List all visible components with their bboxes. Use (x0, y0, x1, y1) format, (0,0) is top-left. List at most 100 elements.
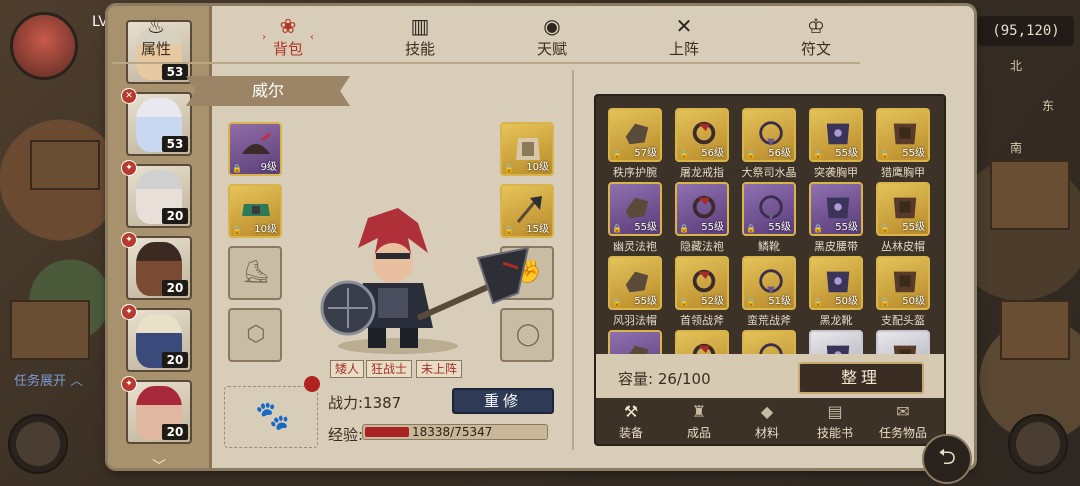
tab-eye[interactable]: ◉ 天赋 (522, 14, 582, 60)
inventory-item[interactable]: 🔒 55级 幽灵法袍 (608, 182, 674, 258)
lock-icon: 🔒 (679, 224, 689, 233)
flame-icon: ♨ (147, 14, 165, 38)
rebuild-button[interactable]: 重修 (452, 388, 554, 414)
item-level: 51级 (768, 296, 791, 307)
item-name: 丛林皮帽 (881, 240, 925, 253)
hero-card[interactable]: ✦ 20 (121, 160, 192, 228)
compass-south: 南 (1010, 141, 1023, 155)
inventory-tab-label: 装备 (618, 426, 643, 440)
inventory-item[interactable]: 🔒 55级 鳞靴 (742, 182, 808, 258)
back-button[interactable]: ⮌ (922, 434, 972, 484)
equip-slot-boots[interactable]: ⛸ (228, 246, 282, 300)
item-frame: 🔒 55级 (675, 182, 729, 236)
item-frame: 🔒 56级 (675, 108, 729, 162)
item-frame (608, 330, 662, 354)
equip-slot-ring[interactable]: ⬡ (228, 308, 282, 362)
item-level: 56级 (768, 148, 791, 159)
tab-swords[interactable]: ✕ 上阵 (654, 14, 714, 60)
equip-slot-armor[interactable]: 🔒 10级 (500, 122, 554, 176)
inventory-tab[interactable]: ♜ 成品 (666, 400, 732, 444)
item-frame: 🔒 55级 (809, 108, 863, 162)
hero-card[interactable]: ✕ 53 (121, 88, 192, 156)
inventory-item[interactable]: 🔒 55级突袭胸甲 (809, 108, 875, 184)
inventory-item[interactable]: 🔒 51级 蛮荒战斧 (742, 256, 808, 332)
item-name: 突袭胸甲 (814, 166, 858, 179)
item-frame (876, 330, 930, 354)
book-icon: ▥ (410, 14, 430, 38)
inventory-item[interactable]: 🔒 55级 黑皮腰带 (809, 182, 875, 258)
hero-card[interactable]: ✦ 20 (121, 304, 192, 372)
item-frame (809, 330, 863, 354)
hero-level: 53 (162, 64, 188, 80)
ore-icon: ◆ (760, 402, 774, 421)
inventory-item[interactable]: 🔒 50级 支配头盔 (876, 256, 938, 332)
inventory-item[interactable]: 🔒 55级 风羽法帽 (608, 256, 674, 332)
hero-level: 53 (162, 136, 188, 152)
item-frame: 🔒 55级 (742, 182, 796, 236)
inventory-item[interactable]: 🔒 56级大祭司水晶 (742, 108, 808, 184)
inventory-category-tabs: ⚒ 装备 ♜ 成品 ◆ 材料 ▤ 技能书 ✉ 任务物品 (596, 400, 944, 444)
inventory-item[interactable]: 🔒 55级 猎鹰胸甲 (876, 108, 938, 184)
inventory-tab[interactable]: ◆ 材料 (734, 400, 800, 444)
item-name: 大祭司水晶 (741, 166, 797, 179)
inventory-item[interactable]: 🔒 57级 秩序护腕 (608, 108, 674, 184)
inventory-tab[interactable]: ⚒ 装备 (598, 400, 664, 444)
tab-label: 上阵 (668, 40, 699, 58)
sort-button[interactable]: 整理 (798, 362, 924, 394)
item-frame: 🔒 50级 (876, 256, 930, 310)
inventory-item[interactable] (876, 330, 938, 354)
item-name: 黑龙靴 (819, 314, 853, 327)
inventory-item[interactable] (809, 330, 875, 354)
inventory-item[interactable] (742, 330, 808, 354)
equip-slot-belt[interactable]: 🔒 10级 (228, 184, 282, 238)
item-level: 55级 (902, 148, 925, 159)
item-level: 55级 (835, 148, 858, 159)
inventory-capacity: 容量: 26/100 (618, 368, 711, 389)
pouch-icon: ♜ (691, 402, 707, 421)
tab-label: 天赋 (536, 40, 567, 58)
pet-slot[interactable]: 🐾 (224, 386, 318, 448)
hero-list-scroll-down-icon[interactable]: ﹀ (148, 460, 170, 474)
tab-bag[interactable]: ❀ 背包 › ‹ (258, 14, 318, 60)
tab-flame[interactable]: ♨ 属性 (126, 14, 186, 60)
lock-icon: 🔒 (232, 226, 242, 235)
player-avatar[interactable] (10, 12, 78, 80)
tab-rune[interactable]: ♔ 符文 (786, 14, 846, 60)
capacity-value: 26/100 (657, 370, 711, 388)
scroll-icon: ▤ (827, 402, 843, 421)
back-arrow-icon: ⮌ (938, 445, 956, 470)
hero-tag-race: 矮人 (330, 360, 365, 378)
equip-slot-helmet[interactable]: 🔒 9级 (228, 122, 282, 176)
item-level: 57级 (634, 148, 657, 159)
inventory-item[interactable]: 🔒 50级 黑龙靴 (809, 256, 875, 332)
item-frame: 🔒 56级 (742, 108, 796, 162)
menu-shortcut-button[interactable] (1008, 414, 1068, 474)
lock-icon: 🔒 (612, 298, 622, 307)
tab-divider (112, 62, 860, 64)
hero-card[interactable]: ✦ 20 (121, 232, 192, 300)
item-level: 55级 (634, 222, 657, 233)
quest-icon: ✉ (896, 402, 910, 421)
item-level: 50级 (835, 296, 858, 307)
lock-icon: 🔒 (813, 150, 823, 159)
hero-class-badge-icon: ✦ (121, 304, 137, 320)
inventory-tab-label: 任务物品 (878, 426, 927, 440)
inventory-tab[interactable]: ✉ 任务物品 (870, 400, 936, 444)
inventory-item[interactable] (608, 330, 674, 354)
inventory-tab[interactable]: ▤ 技能书 (802, 400, 868, 444)
hero-card[interactable]: ✦ 20 (121, 376, 192, 444)
inventory-item[interactable]: 🔒 56级 屠龙戒指 (675, 108, 741, 184)
task-expand-toggle[interactable]: 任务展开 ︿ (14, 370, 83, 389)
lock-icon: 🔒 (746, 298, 756, 307)
inventory-item[interactable]: 🔒 52级 首领战斧 (675, 256, 741, 332)
item-level: 10级 (526, 162, 549, 173)
inventory-item[interactable]: 🔒 55级 丛林皮帽 (876, 182, 938, 258)
inventory-item[interactable]: 🔒 55级 隐藏法袍 (675, 182, 741, 258)
map-shortcut-button[interactable] (8, 414, 68, 474)
item-frame (742, 330, 796, 354)
tab-book[interactable]: ▥ 技能 (390, 14, 450, 60)
hero-level: 20 (162, 208, 188, 224)
equipment-item-icon (759, 343, 783, 354)
inventory-grid[interactable]: 🔒 57级 秩序护腕 🔒 56级 屠龙戒指 🔒 56级 大祭司水晶 🔒 55级 突袭胸甲 🔒 55级 猎鹰胸… (608, 108, 938, 354)
inventory-item[interactable] (675, 330, 741, 354)
